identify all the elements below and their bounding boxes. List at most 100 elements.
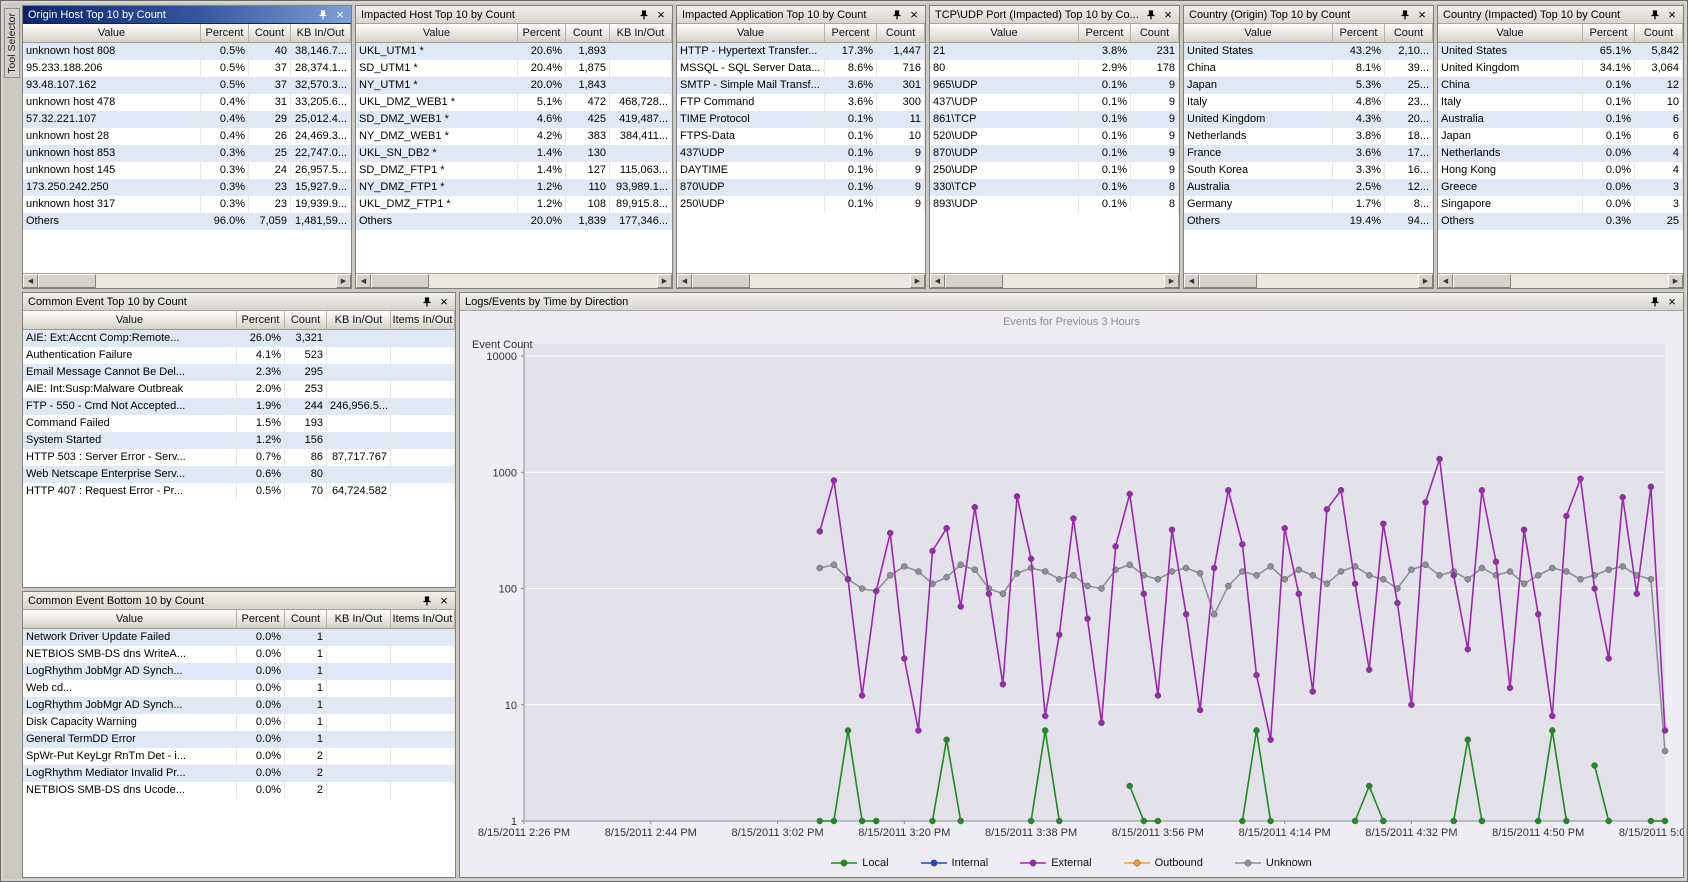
column-header[interactable]: Items In/Out [391,311,455,330]
table-row[interactable]: Australia0.1%6 [1438,111,1683,128]
column-header[interactable]: Value [930,24,1079,43]
close-icon[interactable]: × [907,8,921,22]
table-row[interactable]: South Korea3.3%16... [1184,162,1433,179]
close-icon[interactable]: × [437,594,451,608]
scroll-right-icon[interactable]: ▶ [1668,274,1683,288]
table-row[interactable]: Japan0.1%6 [1438,128,1683,145]
scroll-right-icon[interactable]: ▶ [657,274,672,288]
pin-icon[interactable] [1648,8,1662,22]
table-row[interactable]: UKL_SN_DB2 *1.4%130 [356,145,672,162]
table-row[interactable]: United States65.1%5,842 [1438,43,1683,60]
table-row[interactable]: Email Message Cannot Be Del...2.3%295 [23,364,455,381]
table-row[interactable]: UKL_UTM1 *20.6%1,893 [356,43,672,60]
table-row[interactable]: unknown host 280.4%2624,469.3... [23,128,351,145]
column-header[interactable]: Count [1385,24,1433,43]
column-header[interactable]: KB In/Out [291,24,351,43]
table-row[interactable]: HTTP - Hypertext Transfer...17.3%1,447 [677,43,925,60]
scroll-right-icon[interactable]: ▶ [336,274,351,288]
table-row[interactable]: unknown host 3170.3%2319,939.9... [23,196,351,213]
table-row[interactable]: Japan5.3%25... [1184,77,1433,94]
column-header[interactable]: KB In/Out [327,610,391,629]
column-header[interactable]: KB In/Out [610,24,672,43]
legend-item[interactable]: Local [831,857,888,869]
table-row[interactable]: LogRhythm Mediator Invalid Pr...0.0%2 [23,765,455,782]
pin-icon[interactable] [637,8,651,22]
table-row[interactable]: 861\TCP0.1%9 [930,111,1179,128]
table-row[interactable]: NETBIOS SMB-DS dns WriteA...0.0%1 [23,646,455,663]
table-row[interactable]: TIME Protocol0.1%11 [677,111,925,128]
table-row[interactable]: NY_DMZ_FTP1 *1.2%11093,989.1... [356,179,672,196]
column-header[interactable]: Percent [1583,24,1635,43]
table-row[interactable]: Web Netscape Enterprise Serv...0.6%80 [23,466,455,483]
pin-icon[interactable] [890,8,904,22]
close-icon[interactable]: × [1415,8,1429,22]
table-row[interactable]: 250\UDP0.1%9 [930,162,1179,179]
scrollbar-thumb[interactable] [945,274,1003,288]
legend-item[interactable]: External [1020,857,1091,869]
table-row[interactable]: China0.1%12 [1438,77,1683,94]
table-row[interactable]: 95.233.188.2060.5%3728,374.1... [23,60,351,77]
table-row[interactable]: NETBIOS SMB-DS dns Ucode...0.0%2 [23,782,455,799]
pin-icon[interactable] [420,594,434,608]
table-row[interactable]: 93.48.107.1620.5%3732,570.3... [23,77,351,94]
table-row[interactable]: Italy4.8%23... [1184,94,1433,111]
table-row[interactable]: Germany1.7%8... [1184,196,1433,213]
column-header[interactable]: Percent [201,24,249,43]
table-row[interactable]: NY_UTM1 *20.0%1,843 [356,77,672,94]
horizontal-scrollbar[interactable]: ◀ ▶ [23,273,351,288]
table-row[interactable]: SD_DMZ_WEB1 *4.6%425419,487... [356,111,672,128]
table-row[interactable]: 870\UDP0.1%9 [930,145,1179,162]
horizontal-scrollbar[interactable]: ◀ ▶ [1438,273,1683,288]
close-icon[interactable]: × [1161,8,1175,22]
table-row[interactable]: United Kingdom34.1%3,064 [1438,60,1683,77]
table-row[interactable]: NY_DMZ_WEB1 *4.2%383384,411... [356,128,672,145]
table-row[interactable]: 437\UDP0.1%9 [930,94,1179,111]
table-row[interactable]: Netherlands0.0%4 [1438,145,1683,162]
table-row[interactable]: Others0.3%25 [1438,213,1683,230]
table-row[interactable]: AIE: Ext:Accnt Comp:Remote...26.0%3,321 [23,330,455,347]
table-row[interactable]: FTP - 550 - Cmd Not Accepted...1.9%24424… [23,398,455,415]
table-row[interactable]: unknown host 8080.5%4038,146.7... [23,43,351,60]
column-header[interactable]: Value [23,610,237,629]
scroll-left-icon[interactable]: ◀ [1438,274,1453,288]
pin-icon[interactable] [1648,295,1662,309]
table-row[interactable]: 965\UDP0.1%9 [930,77,1179,94]
scroll-left-icon[interactable]: ◀ [1184,274,1199,288]
table-row[interactable]: Authentication Failure4.1%523 [23,347,455,364]
close-icon[interactable]: × [654,8,668,22]
table-row[interactable]: Command Failed1.5%193 [23,415,455,432]
column-header[interactable]: Value [1184,24,1333,43]
table-row[interactable]: unknown host 1450.3%2426,957.5... [23,162,351,179]
table-row[interactable]: 57.32.221.1070.4%2925,012.4... [23,111,351,128]
table-row[interactable]: 893\UDP0.1%8 [930,196,1179,213]
column-header[interactable]: Count [1635,24,1683,43]
table-row[interactable]: unknown host 8530.3%2522,747.0... [23,145,351,162]
table-row[interactable]: UKL_DMZ_WEB1 *5.1%472468,728... [356,94,672,111]
column-header[interactable]: Value [677,24,825,43]
close-icon[interactable]: × [333,8,347,22]
events-time-chart[interactable]: 1101001000100008/15/2011 2:26 PM8/15/201… [460,328,1683,849]
scroll-left-icon[interactable]: ◀ [930,274,945,288]
scrollbar-thumb[interactable] [1453,274,1511,288]
column-header[interactable]: Percent [237,311,285,330]
column-header[interactable]: Percent [1079,24,1131,43]
table-row[interactable]: China8.1%39... [1184,60,1433,77]
table-row[interactable]: FTP Command3.6%300 [677,94,925,111]
column-header[interactable]: Percent [825,24,877,43]
table-row[interactable]: HTTP 503 : Server Error - Serv...0.7%868… [23,449,455,466]
table-row[interactable]: LogRhythm JobMgr AD Synch...0.0%1 [23,697,455,714]
table-row[interactable]: SD_UTM1 *20.4%1,875 [356,60,672,77]
column-header[interactable]: Percent [1333,24,1385,43]
table-row[interactable]: 437\UDP0.1%9 [677,145,925,162]
table-row[interactable]: HTTP 407 : Request Error - Pr...0.5%7064… [23,483,455,500]
column-header[interactable]: Value [23,311,237,330]
legend-item[interactable]: Outbound [1124,857,1203,869]
table-row[interactable]: 330\TCP0.1%8 [930,179,1179,196]
column-header[interactable]: KB In/Out [327,311,391,330]
column-header[interactable]: Value [1438,24,1583,43]
pin-icon[interactable] [1398,8,1412,22]
table-row[interactable]: AIE: Int:Susp:Malware Outbreak2.0%253 [23,381,455,398]
close-icon[interactable]: × [437,295,451,309]
table-row[interactable]: Greece0.0%3 [1438,179,1683,196]
column-header[interactable]: Value [23,24,201,43]
